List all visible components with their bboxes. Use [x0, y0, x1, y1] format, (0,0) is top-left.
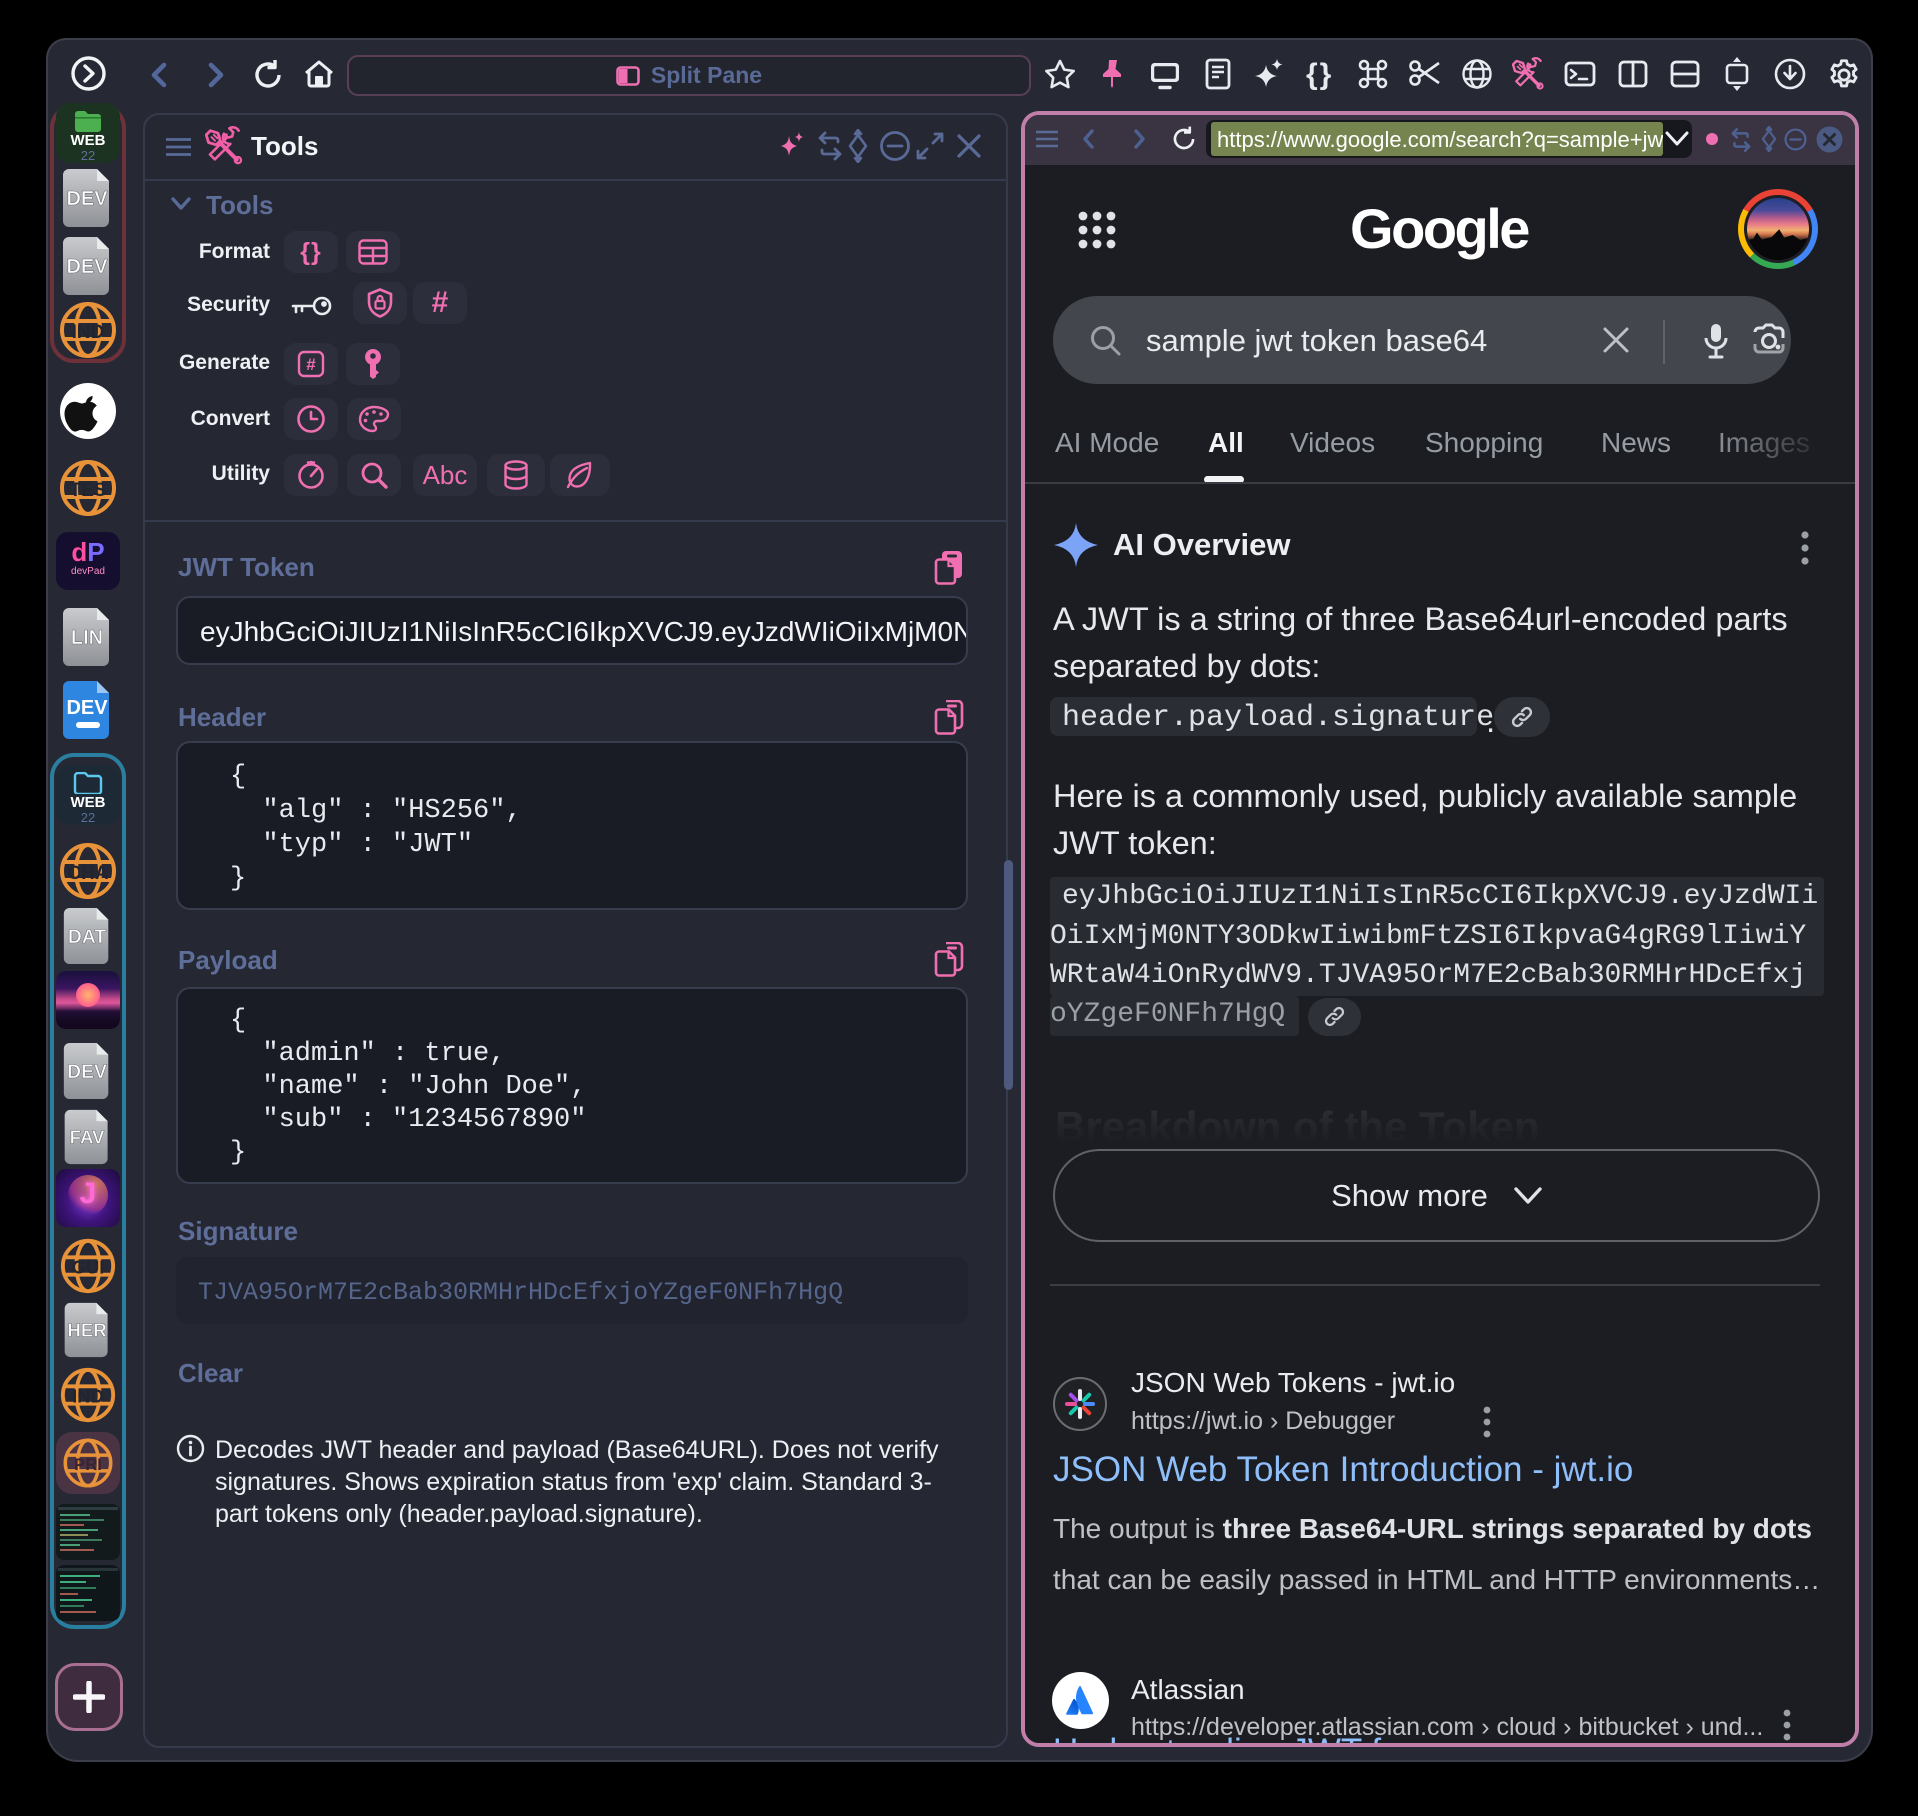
svg-text:DAT: DAT	[68, 927, 106, 948]
svg-text:HER: HER	[67, 1320, 107, 1341]
svg-text:TES: TES	[70, 480, 107, 501]
svg-text:FAV: FAV	[70, 1127, 105, 1148]
svg-text:GUI: GUI	[72, 1257, 105, 1278]
svg-text:DEV: DEV	[66, 256, 108, 278]
svg-text:DEV: DEV	[67, 1062, 107, 1083]
svg-text:PRI: PRI	[74, 1455, 102, 1474]
svg-text:#: #	[306, 355, 316, 374]
svg-text:IND: IND	[72, 322, 105, 343]
svg-text:IND: IND	[72, 1386, 104, 1407]
svg-text:DEV: DEV	[66, 188, 108, 210]
svg-text:DEV: DEV	[66, 697, 108, 719]
svg-text:LIN: LIN	[71, 627, 103, 649]
svg-text:CHA: CHA	[67, 863, 108, 884]
